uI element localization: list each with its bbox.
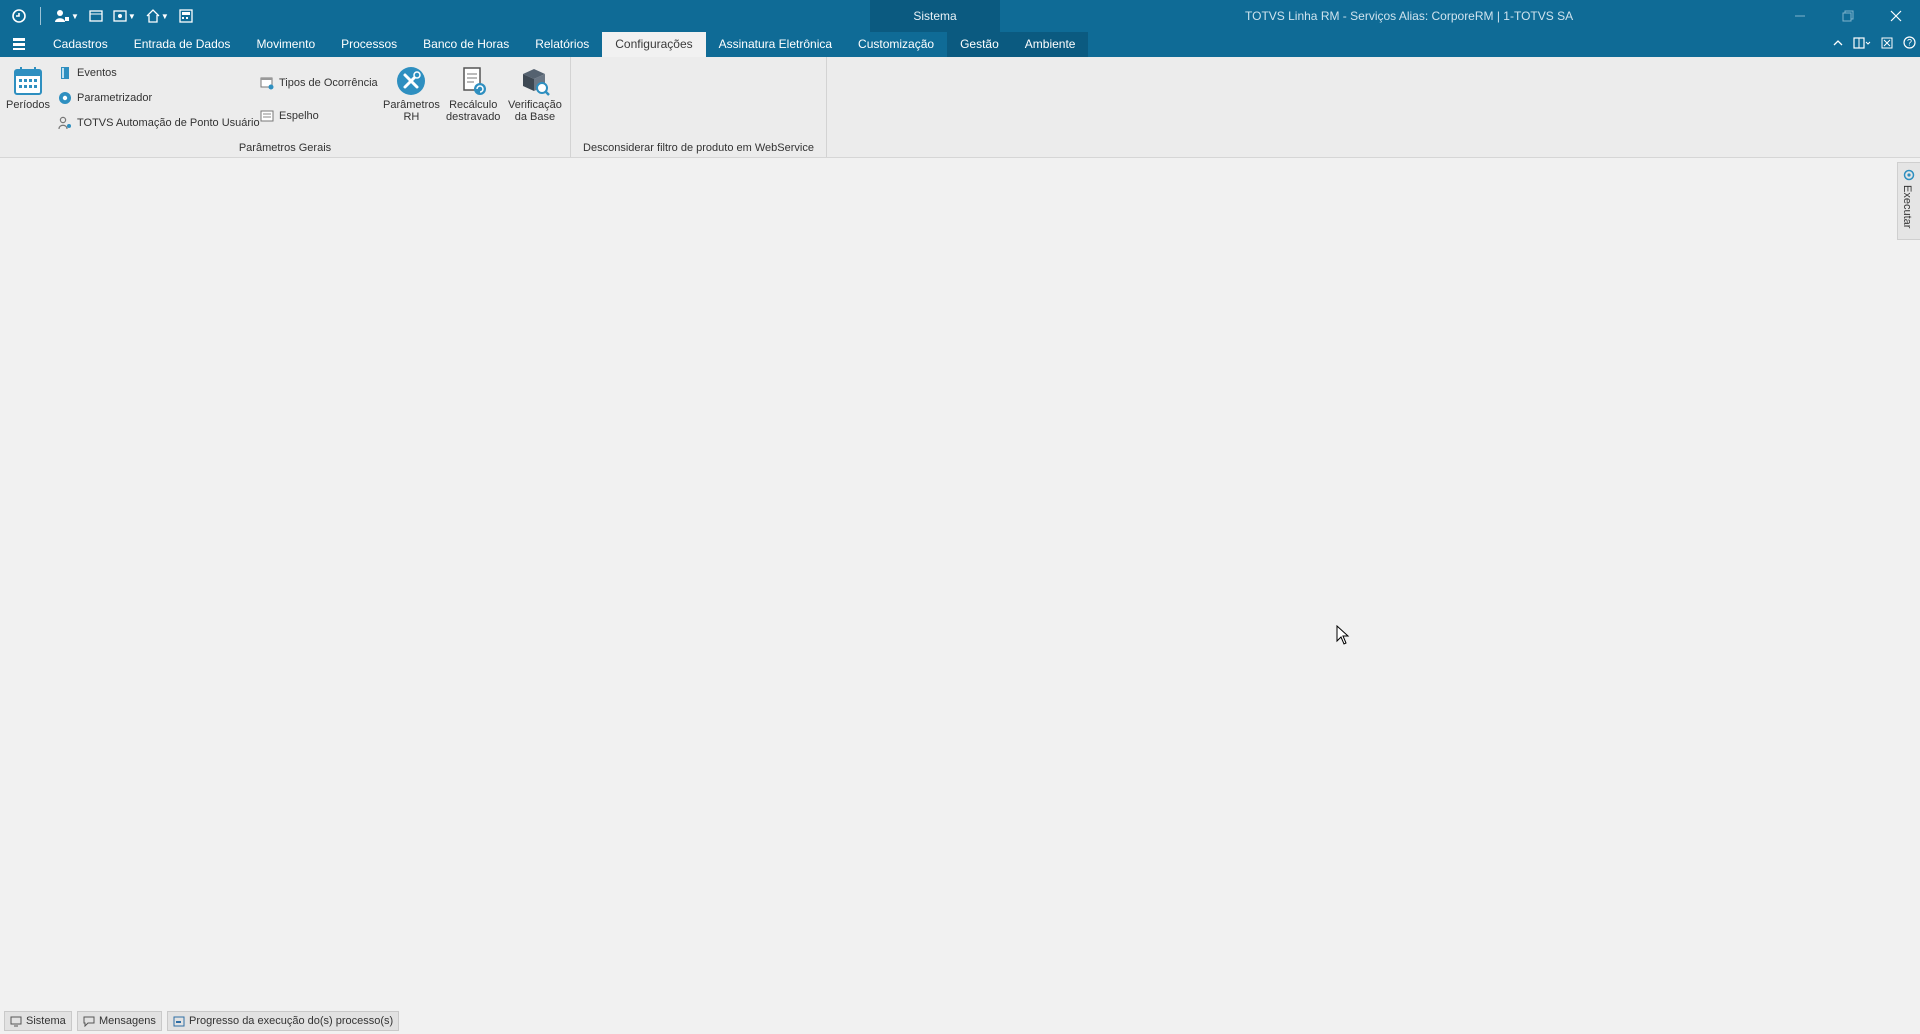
gear-icon [1903,169,1915,181]
quick-access-toolbar: ▼ ▼ ▼ [8,6,196,26]
recalculo-label-1: Recálculo [449,99,498,111]
verificacao-base-button[interactable]: Verificação da Base [508,65,562,123]
espelho-label: Espelho [279,110,319,122]
svg-text:?: ? [1907,38,1912,48]
periodos-button[interactable]: Períodos [6,65,50,111]
minimize-button[interactable] [1776,0,1824,32]
eventos-button[interactable]: Eventos [58,64,117,82]
help-icon[interactable]: ? [1903,36,1916,52]
window-controls [1776,0,1920,32]
tab-customizacao[interactable]: Customização [845,32,947,57]
mouse-cursor-icon [1336,625,1350,645]
ribbon-tabs: Cadastros Entrada de Dados Movimento Pro… [40,32,1089,57]
tools-icon [397,67,426,95]
ribbon-tab-bar: Cadastros Entrada de Dados Movimento Pro… [0,32,1920,57]
recalculo-label-2: destravado [446,111,501,123]
status-sistema-tab[interactable]: Sistema [4,1011,72,1031]
progress-window-icon [173,1016,185,1026]
espelho-button[interactable]: Espelho [260,107,319,125]
parametros-rh-button[interactable]: Parâmetros RH [383,65,440,123]
status-mensagens-label: Mensagens [99,1015,156,1027]
app-menu-icon[interactable] [12,37,26,54]
toolbar-separator [40,7,41,25]
close-button[interactable] [1872,0,1920,32]
tab-banco-de-horas[interactable]: Banco de Horas [410,32,522,57]
window-icon[interactable] [86,6,106,26]
parametrizador-button[interactable]: Parametrizador [58,89,152,107]
executar-side-panel[interactable]: Executar [1897,162,1920,240]
tab-entrada-de-dados[interactable]: Entrada de Dados [121,32,244,57]
webservice-filter-toggle[interactable]: Desconsiderar filtro de produto em WebSe… [571,142,826,154]
document-refresh-icon [463,67,487,95]
database-search-icon [522,69,550,96]
status-progresso-tab[interactable]: Progresso da execução do(s) processo(s) [167,1011,400,1031]
tab-configuracoes[interactable]: Configurações [602,32,706,57]
window-check-icon [260,77,274,90]
eventos-label: Eventos [77,67,117,79]
monitor-icon [10,1016,22,1026]
workspace-area [0,158,1896,1008]
window-title: TOTVS Linha RM - Serviços Alias: Corpore… [1245,9,1574,23]
ribbon-right-tools: ? [1833,36,1916,52]
status-progresso-label: Progresso da execução do(s) processo(s) [189,1015,394,1027]
calculator-icon[interactable] [176,6,196,26]
tipos-ocorrencia-button[interactable]: Tipos de Ocorrência [260,74,378,92]
tipos-ocorrencia-label: Tipos de Ocorrência [279,77,378,89]
automacao-ponto-label: TOTVS Automação de Ponto Usuário [77,117,260,129]
context-tab-title: Sistema [913,9,957,23]
tab-gestao[interactable]: Gestão [947,32,1012,57]
status-mensagens-tab[interactable]: Mensagens [77,1011,162,1031]
status-sistema-label: Sistema [26,1015,66,1027]
periodos-label: Períodos [6,99,51,111]
tab-movimento[interactable]: Movimento [243,32,328,57]
report-icon [260,110,274,122]
close-windows-icon[interactable] [1881,37,1893,52]
home-icon[interactable]: ▼ [143,6,172,26]
verificacao-label-1: Verificação [508,99,562,111]
status-bar: Sistema Mensagens Progresso da execução … [0,1008,1920,1034]
restore-button[interactable] [1824,0,1872,32]
app-icon[interactable] [8,6,30,26]
message-icon [83,1016,95,1027]
group-webservice: Desconsiderar filtro de produto em WebSe… [571,57,827,157]
parametrizador-label: Parametrizador [77,92,153,104]
book-icon [61,67,69,79]
tab-processos[interactable]: Processos [328,32,410,57]
settings-circle-icon [59,92,71,104]
tab-assinatura-eletronica[interactable]: Assinatura Eletrônica [706,32,845,57]
view-icon[interactable]: ▼ [110,6,139,26]
collapse-ribbon-icon[interactable] [1833,37,1843,51]
user-tools-icon[interactable]: ▼ [51,6,82,26]
tab-ambiente[interactable]: Ambiente [1011,32,1089,57]
ribbon-panel: Períodos Eventos Parametrizador TOTVS Au… [0,57,1920,158]
group-parametros-gerais: Períodos Eventos Parametrizador TOTVS Au… [0,57,571,157]
calendar-icon [14,67,43,95]
tab-relatorios[interactable]: Relatórios [522,32,602,57]
parametros-rh-label-2: RH [403,111,420,123]
user-gear-icon [58,116,71,130]
automacao-ponto-button[interactable]: TOTVS Automação de Ponto Usuário [58,114,260,132]
executar-label: Executar [1901,185,1913,229]
parametros-rh-label-1: Parâmetros [383,99,440,111]
verificacao-label-2: da Base [514,111,556,123]
tab-cadastros[interactable]: Cadastros [40,32,121,57]
recalculo-destravado-button[interactable]: Recálculo destravado [446,65,500,123]
group-label-parametros-gerais: Parâmetros Gerais [238,142,332,154]
layout-icon[interactable] [1853,36,1871,52]
